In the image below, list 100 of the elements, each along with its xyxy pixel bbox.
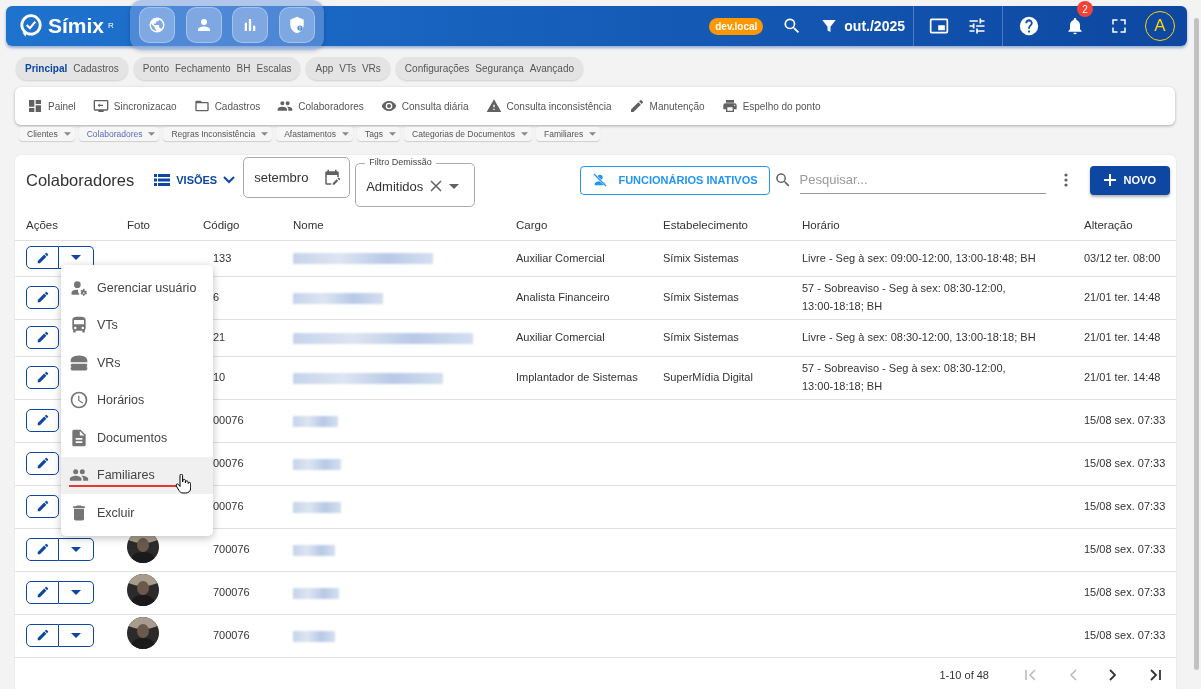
submenu-chip[interactable]: Colaboradores (78, 127, 160, 141)
edit-button[interactable] (26, 285, 59, 309)
edit-button[interactable] (26, 580, 59, 604)
globe-button[interactable] (139, 7, 176, 43)
table-cell-text: 133 (212, 250, 233, 266)
submenu-chip[interactable]: Clientes (19, 127, 75, 141)
submenu-chip[interactable]: Tags (357, 127, 401, 141)
table-cell-text: 21/01 ter. 14:48 (1084, 330, 1162, 346)
dashboard-icon (27, 98, 43, 114)
table-cell-text: 700076 (212, 628, 251, 644)
table-cell-text: 6 (212, 290, 221, 306)
table-cell-text: 15/08 sex. 07:33 (1084, 499, 1167, 515)
menu-item[interactable]: Sincronizacao (92, 98, 177, 114)
module-tab[interactable]: VTs (336, 63, 359, 74)
edit-button[interactable] (26, 537, 59, 561)
module-tab[interactable]: Configurações (401, 63, 473, 74)
table-cell-text: 15/08 sex. 07:33 (1084, 542, 1167, 558)
module-tab[interactable]: Escalas (253, 63, 295, 74)
submenu-chip[interactable]: Regras Inconsistência (163, 127, 273, 141)
dropdown-button[interactable] (59, 537, 94, 561)
context-menu-item[interactable]: Excluir (61, 494, 213, 532)
pencil-icon (35, 628, 50, 643)
people-icon (277, 98, 294, 114)
caret-icon (521, 132, 529, 136)
page-title: Colaboradores (26, 170, 135, 190)
table-cell-text: 700076 (212, 585, 251, 601)
picture-in-picture-icon (929, 16, 949, 36)
blurred-name (293, 501, 341, 513)
field-label: Filtro Demissão (365, 156, 436, 167)
globe-icon (148, 16, 167, 34)
warning-icon (485, 98, 502, 114)
registered-mark: R (108, 21, 114, 30)
submenu-chip[interactable]: Familiares (536, 127, 601, 141)
shield-button[interactable] (278, 7, 315, 43)
table-cell-text: Símix Sistemas (663, 330, 740, 346)
table-cell-text: 21/01 ter. 14:48 (1084, 370, 1162, 386)
dropdown-button[interactable] (59, 623, 94, 647)
period-filter-button[interactable]: out./2025 (811, 6, 907, 46)
edit-button[interactable] (26, 325, 59, 349)
caret-icon (63, 132, 71, 136)
menu-item[interactable]: Consulta diária (380, 98, 469, 114)
bus-icon (69, 315, 89, 336)
module-tab[interactable]: App (312, 63, 337, 74)
module-tab[interactable]: BH (233, 63, 254, 74)
module-tab[interactable]: Segurança (472, 63, 527, 74)
module-tab[interactable]: VRs (358, 63, 384, 74)
table-cell-text: Livre - Seg à sex: 09:00-12:00, 13:00-18:48; BH (802, 250, 1037, 266)
table-cell-text: Símix Sistemas (663, 250, 740, 266)
submenu-chip[interactable]: Afastamentos (276, 127, 354, 141)
person-button[interactable] (185, 7, 222, 43)
new-button[interactable]: NOVO (1089, 165, 1170, 195)
table-cell-text: Analista Financeiro (516, 290, 611, 306)
scrollbar[interactable] (1194, 18, 1199, 670)
blurred-name (293, 630, 335, 642)
dropdown-button[interactable] (59, 580, 94, 604)
folder-icon (193, 98, 210, 114)
context-menu-item[interactable]: Gerenciar usuário (61, 269, 213, 307)
context-menu-item[interactable]: Documentos (61, 419, 213, 457)
module-tab[interactable]: Principal (22, 63, 71, 74)
menu-item[interactable]: Colaboradores (277, 98, 364, 114)
table-cell-text: Símix Sistemas (663, 290, 740, 306)
more-icon[interactable] (1063, 173, 1068, 187)
edit-button[interactable] (26, 494, 59, 518)
table-cell-text: 00076 (212, 413, 245, 429)
menu-item[interactable]: Consulta inconsistência (485, 98, 612, 114)
context-menu-item[interactable]: VTs (61, 306, 213, 344)
table-cell-text: 57 - Sobreaviso - Seg à sex: 08:30-12:00, 13:00-18:18; BH (802, 361, 1007, 394)
context-menu-item[interactable]: Familiares (61, 456, 213, 494)
edit-button[interactable] (26, 408, 59, 432)
menu-item[interactable]: Manutenção (628, 98, 705, 114)
views-button[interactable]: VISÕES (154, 173, 236, 187)
menu-item[interactable]: Cadastros (193, 98, 261, 114)
edit-button[interactable] (26, 365, 59, 389)
search-input[interactable]: Pesquisar... (799, 166, 1046, 194)
module-tab[interactable]: Avançado (526, 63, 577, 74)
person-off-icon (592, 172, 609, 188)
context-menu-item[interactable]: VRs (61, 344, 213, 382)
context-menu-item[interactable]: Horários (61, 381, 213, 419)
bar-chart-button[interactable] (232, 7, 269, 43)
menu-item[interactable]: Painel (27, 98, 76, 114)
table-cell-text: Auxiliar Comercial (516, 330, 606, 346)
last-page-icon[interactable] (1148, 668, 1162, 682)
month-field[interactable]: setembro (243, 157, 351, 198)
menu-item[interactable]: Espelho do ponto (721, 98, 821, 114)
module-tab[interactable]: Cadastros (70, 63, 122, 74)
edit-button[interactable] (26, 623, 59, 647)
pencil-icon (35, 330, 50, 345)
module-tab[interactable]: Ponto (139, 63, 172, 74)
pencil-icon (35, 585, 50, 600)
edit-button[interactable] (26, 451, 59, 475)
edit-button[interactable] (26, 246, 59, 270)
clear-icon[interactable] (430, 180, 443, 192)
next-page-icon[interactable] (1108, 668, 1118, 682)
table-cell-text: SuperMídia Digital (663, 370, 754, 386)
caret-icon (148, 132, 156, 136)
pencil-icon (35, 250, 50, 265)
submenu-chip[interactable]: Categorias de Documentos (404, 127, 533, 141)
module-tab[interactable]: Fechamento (171, 63, 234, 74)
caret-icon (342, 132, 350, 136)
caret-icon (71, 632, 81, 638)
